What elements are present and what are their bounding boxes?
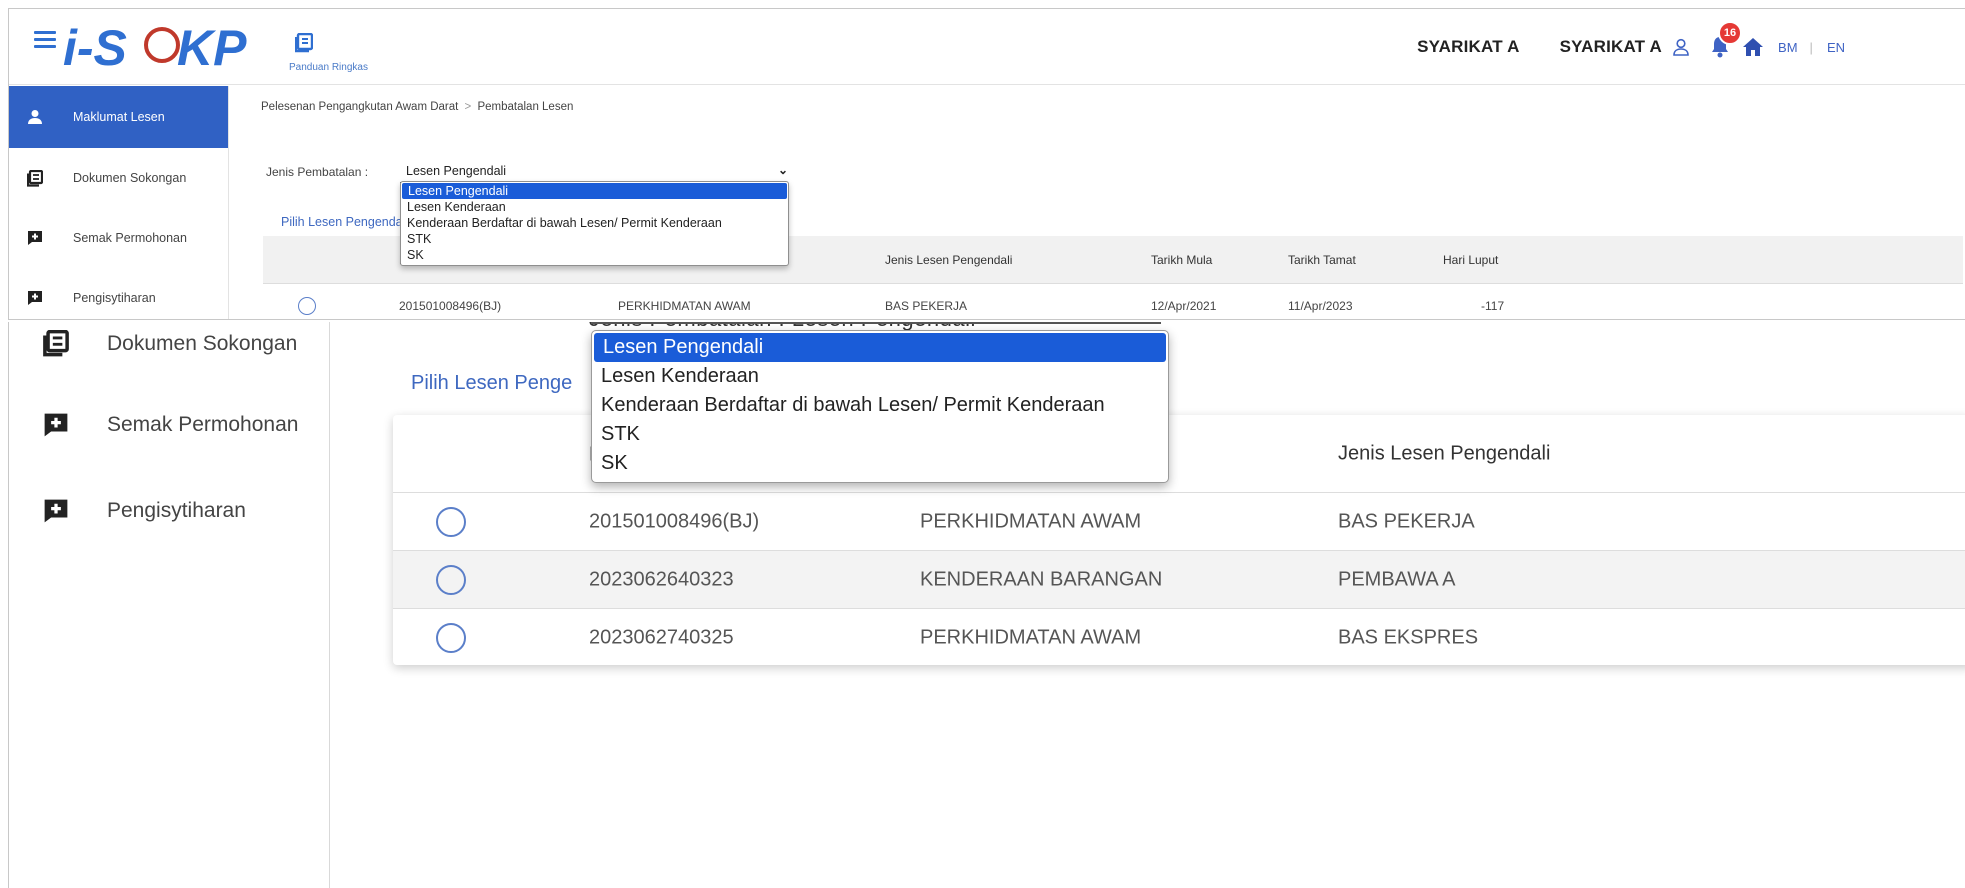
quick-guide-link[interactable]: Panduan Ringkas	[289, 32, 399, 73]
sidebar-item-label: Pengisytiharan	[107, 499, 246, 522]
notification-badge: 16	[1718, 21, 1743, 45]
table-row[interactable]: 2023062740325 PERKHIDMATAN AWAM BAS EKSP…	[393, 608, 1965, 666]
book-icon	[294, 32, 399, 58]
cell-no: 2023062640323	[589, 568, 734, 590]
jenis-pembatalan-dropdown: Lesen Pengendali Lesen Kenderaan Kendera…	[400, 181, 789, 266]
sidebar-item-semak-permohonan[interactable]: Semak Permohonan	[43, 412, 298, 438]
column-header-jenis: Jenis Lesen Pengendali	[1338, 442, 1551, 464]
cell-jenis: BAS PEKERJA	[1338, 510, 1475, 532]
select-value: Lesen Pengendali	[406, 164, 507, 178]
dropdown-option-sk[interactable]: SK	[592, 449, 1168, 478]
lang-separator: |	[1809, 39, 1813, 55]
sidebar-item-pengisytiharan[interactable]: Pengisytiharan	[43, 498, 246, 524]
notification-bell-icon[interactable]: 16	[1708, 21, 1743, 59]
pilih-lesen-label: Pilih Lesen Penge	[411, 372, 573, 394]
column-header-tarikh-tamat: Tarikh Tamat	[1288, 252, 1356, 267]
table-row[interactable]: 201501008496(BJ) PERKHIDMATAN AWAM BAS P…	[393, 492, 1965, 550]
cell-hari-luput: -117	[1481, 299, 1505, 313]
sidebar-item-pengisytiharan[interactable]: Pengisytiharan	[9, 268, 228, 319]
table-row[interactable]: 201501008496(BJ) PERKHIDMATAN AWAM BAS P…	[263, 284, 1963, 319]
dropdown-option-lesen-pengendali[interactable]: Lesen Pengendali	[402, 183, 787, 199]
cell-kategori: PERKHIDMATAN AWAM	[618, 299, 751, 313]
dropdown-option-lesen-kenderaan[interactable]: Lesen Kenderaan	[401, 199, 788, 215]
app-logo: i-S KP	[57, 19, 267, 80]
breadcrumb-parent[interactable]: Pelesenan Pengangkutan Awam Darat	[261, 101, 458, 113]
jenis-pembatalan-dropdown-zoomed: Lesen Pengendali Lesen Kenderaan Kendera…	[591, 330, 1169, 483]
dropdown-option-lesen-kenderaan[interactable]: Lesen Kenderaan	[592, 362, 1168, 391]
cell-no: 2023062740325	[589, 626, 734, 648]
row-radio[interactable]	[436, 564, 466, 595]
user-profile-icon[interactable]	[1672, 38, 1690, 56]
chevron-down-icon: ⌄	[777, 163, 788, 177]
column-header-hari-luput: Hari Luput	[1443, 252, 1499, 267]
select-underline	[591, 322, 1161, 324]
column-header-tarikh-mula: Tarikh Mula	[1151, 252, 1213, 267]
cell-jenis: BAS PEKERJA	[885, 299, 968, 313]
cell-tarikh-tamat: 11/Apr/2023	[1288, 299, 1353, 313]
cell-kategori: PERKHIDMATAN AWAM	[920, 626, 1142, 648]
sidebar: Maklumat Lesen Dokumen Sokongan Semak Pe…	[9, 86, 229, 319]
sidebar-item-label: Dokumen Sokongan	[107, 331, 298, 355]
column-header-jenis: Jenis Lesen Pengendali	[885, 252, 1013, 267]
row-radio[interactable]	[436, 622, 466, 653]
comment-plus-icon	[27, 290, 49, 306]
dropdown-option-stk[interactable]: STK	[401, 231, 788, 247]
dropdown-option-stk[interactable]: STK	[592, 420, 1168, 449]
company-name-1: SYARIKAT A	[1417, 37, 1520, 56]
sidebar-item-label: Semak Permohonan	[73, 231, 187, 245]
sidebar-item-label: Pengisytiharan	[73, 291, 156, 305]
sidebar-item-label: Maklumat Lesen	[73, 110, 165, 124]
company-name-2: SYARIKAT A	[1559, 37, 1663, 56]
cell-no: 201501008496(BJ)	[589, 510, 760, 532]
table-row[interactable]: 2023062640323 KENDERAAN BARANGAN PEMBAWA…	[393, 550, 1965, 608]
sidebar-item-semak-permohonan[interactable]: Semak Permohonan	[9, 208, 228, 268]
app-header: i-S KP Panduan Ringkas SYARIKAT A SYARIK…	[9, 9, 1965, 85]
zoomed-sidebar: Dokumen Sokongan Semak Permohonan Pengis…	[9, 322, 330, 888]
breadcrumb: Pelesenan Pengangkutan Awam Darat > Pemb…	[261, 101, 573, 113]
document-icon	[43, 330, 73, 357]
jenis-pembatalan-label: Jenis Pembatalan :	[266, 165, 369, 179]
dropdown-option-kenderaan-berdaftar[interactable]: Kenderaan Berdaftar di bawah Lesen/ Perm…	[592, 391, 1168, 420]
home-icon[interactable]	[1742, 37, 1764, 57]
comment-plus-icon	[43, 498, 73, 524]
row-radio[interactable]	[298, 297, 316, 315]
breadcrumb-separator: >	[464, 101, 472, 113]
svg-text:i-S: i-S	[63, 20, 127, 75]
dropdown-option-sk[interactable]: SK	[401, 247, 788, 263]
svg-text:KP: KP	[177, 20, 247, 75]
top-screenshot: i-S KP Panduan Ringkas SYARIKAT A SYARIK…	[8, 8, 1965, 320]
comment-plus-icon	[27, 230, 49, 246]
user-icon	[27, 109, 49, 125]
cell-kategori: KENDERAAN BARANGAN	[920, 568, 1163, 590]
sidebar-item-maklumat-lesen[interactable]: Maklumat Lesen	[9, 86, 228, 148]
jenis-pembatalan-select[interactable]: Lesen Pengendali ⌄	[400, 159, 788, 183]
zoomed-screenshot: Dokumen Sokongan Semak Permohonan Pengis…	[8, 322, 1965, 888]
row-radio[interactable]	[436, 506, 466, 537]
breadcrumb-current: Pembatalan Lesen	[477, 101, 574, 113]
pilih-lesen-label: Pilih Lesen Pengendali	[281, 215, 409, 229]
dropdown-option-kenderaan-berdaftar[interactable]: Kenderaan Berdaftar di bawah Lesen/ Perm…	[401, 215, 788, 231]
comment-plus-icon	[43, 412, 73, 438]
cell-no: 201501008496(BJ)	[399, 299, 502, 313]
cell-tarikh-mula: 12/Apr/2021	[1151, 299, 1217, 313]
sidebar-item-label: Semak Permohonan	[107, 413, 299, 436]
cell-jenis: BAS EKSPRES	[1338, 626, 1479, 648]
document-icon	[27, 169, 49, 187]
menu-icon[interactable]	[34, 31, 56, 49]
lang-bm-link[interactable]: BM	[1778, 40, 1798, 55]
sidebar-item-dokumen-sokongan[interactable]: Dokumen Sokongan	[43, 330, 297, 357]
quick-guide-label: Panduan Ringkas	[289, 62, 368, 73]
cell-kategori: PERKHIDMATAN AWAM	[920, 510, 1142, 532]
lang-en-link[interactable]: EN	[1827, 40, 1845, 55]
sidebar-item-dokumen-sokongan[interactable]: Dokumen Sokongan	[9, 148, 228, 208]
cell-jenis: PEMBAWA A	[1338, 568, 1456, 590]
sidebar-item-label: Dokumen Sokongan	[73, 171, 187, 185]
dropdown-option-lesen-pengendali[interactable]: Lesen Pengendali	[594, 333, 1166, 362]
